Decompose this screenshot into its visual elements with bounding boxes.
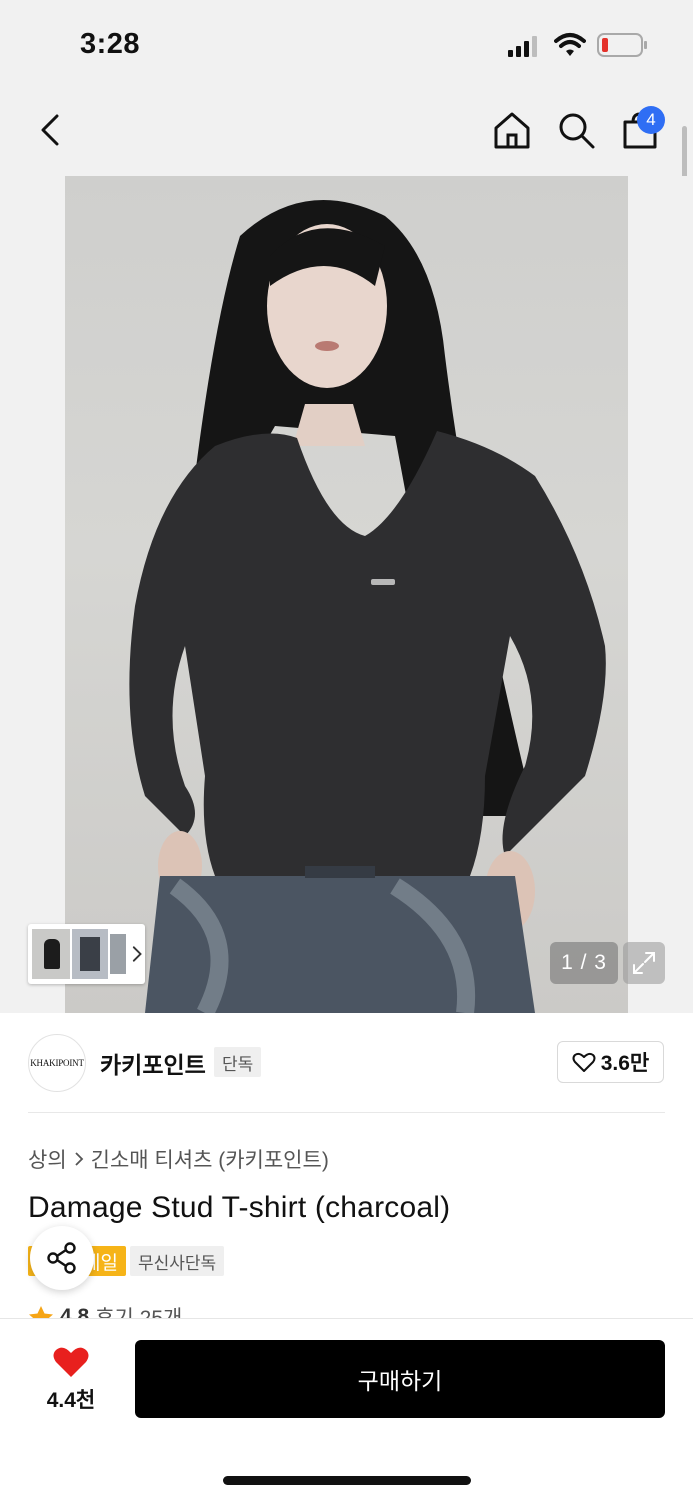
search-icon (559, 113, 595, 149)
battery-low-icon (597, 33, 647, 57)
back-button[interactable] (30, 108, 70, 152)
product-photo (65, 176, 628, 1013)
buy-button[interactable]: 구매하기 (135, 1340, 665, 1418)
product-image-gallery[interactable] (0, 176, 693, 1013)
share-button[interactable] (30, 1226, 94, 1290)
cellular-signal-icon (508, 36, 537, 57)
exclusive-tag: 단독 (214, 1047, 262, 1077)
wishlist-count: 4.4천 (46, 1389, 96, 1412)
heart-outline-icon (572, 1052, 596, 1072)
chevron-right-icon (75, 1152, 83, 1166)
divider (28, 1112, 665, 1113)
home-icon (494, 112, 530, 149)
model-photo-illustration (129, 200, 606, 1013)
home-indicator[interactable] (223, 1476, 471, 1485)
thumbnail-3[interactable] (110, 934, 126, 974)
heart-filled-icon (53, 1347, 89, 1377)
brand-logo[interactable]: KHAKIPOINT (28, 1034, 86, 1092)
breadcrumb-subcategory[interactable]: 긴소매 티셔츠 (카키포인트) (91, 1144, 329, 1174)
thumbnail-1[interactable] (32, 929, 71, 979)
share-icon (47, 1242, 76, 1274)
breadcrumb-category[interactable]: 상의 (28, 1144, 67, 1174)
musinsa-exclusive-tag: 무신사단독 (130, 1246, 225, 1276)
home-button[interactable] (490, 108, 534, 152)
chevron-left-icon (41, 114, 59, 146)
expand-icon (633, 952, 655, 974)
brand-like-button[interactable]: 3.6만 (557, 1041, 664, 1083)
wifi-icon (554, 33, 586, 56)
thumbnail-2[interactable] (72, 929, 109, 979)
brand-like-count: 3.6만 (600, 1052, 650, 1075)
thumbnail-strip[interactable] (28, 924, 145, 984)
cart-count-badge: 4 (637, 106, 665, 134)
fullscreen-button[interactable] (623, 942, 665, 984)
brand-name[interactable]: 카키포인트 (100, 1046, 206, 1080)
status-time: 3:28 (80, 28, 141, 60)
product-title: Damage Stud T-shirt (charcoal) (28, 1191, 451, 1224)
search-button[interactable] (554, 108, 598, 152)
breadcrumb: 상의 긴소매 티셔츠 (카키포인트) (28, 1144, 329, 1174)
wishlist-button[interactable] (52, 1345, 90, 1379)
image-page-indicator: 1 / 3 (550, 942, 618, 984)
chevron-right-icon (132, 946, 142, 962)
